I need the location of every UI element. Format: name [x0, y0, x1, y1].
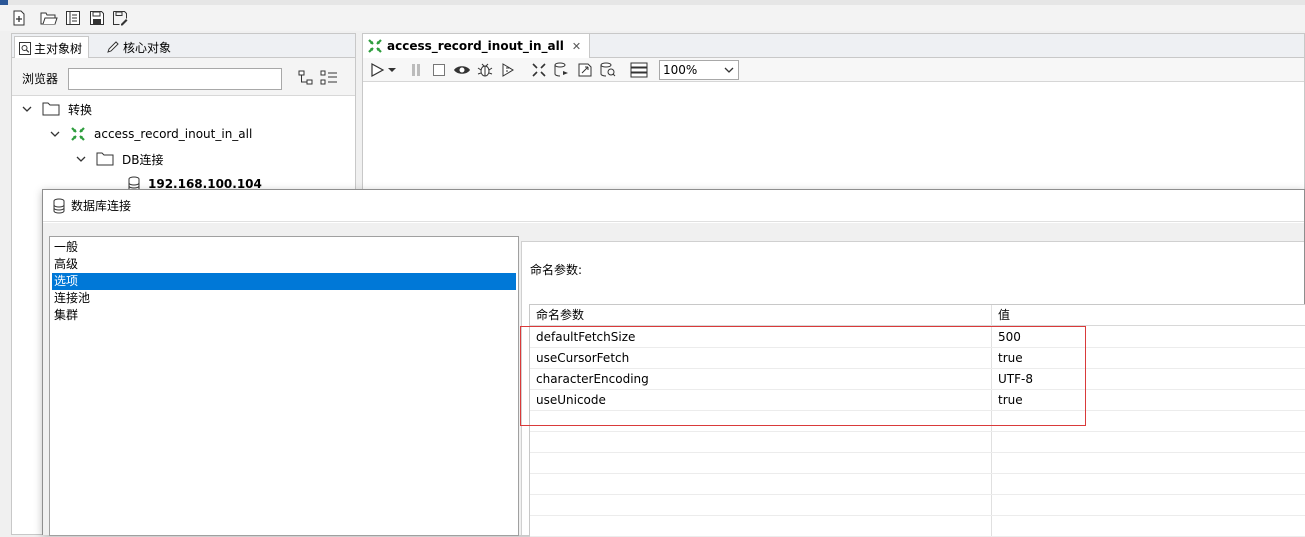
- folder-icon: [42, 102, 60, 116]
- table-row[interactable]: useCursorFetch true: [530, 348, 1305, 369]
- browser-label: 浏览器: [22, 72, 59, 86]
- empty-table-row[interactable]: [530, 474, 1305, 495]
- dialog-titlebar[interactable]: 数据库连接: [43, 190, 1304, 222]
- explore-repository-icon[interactable]: [63, 8, 83, 28]
- pencil-icon: [106, 40, 120, 54]
- chevron-down-icon[interactable]: [74, 155, 88, 163]
- tree-item-label: access_record_inout_in_all: [94, 127, 253, 141]
- empty-table-row[interactable]: [530, 516, 1305, 537]
- layout-icon[interactable]: [629, 60, 649, 80]
- tab-core-objects[interactable]: 核心对象: [102, 36, 177, 58]
- tree-item-db-connections[interactable]: DB连接: [74, 148, 163, 170]
- dialog-body: 一般 高级 选项 连接池 集群 命名参数: 命名参数 值 defaultFetc…: [43, 223, 1305, 537]
- params-table: 命名参数 值 defaultFetchSize 500 useCursorFet…: [529, 304, 1305, 537]
- empty-table-row[interactable]: [530, 411, 1305, 432]
- empty-table-row[interactable]: [530, 495, 1305, 516]
- category-general[interactable]: 一般: [52, 239, 516, 256]
- replay-icon[interactable]: [498, 60, 518, 80]
- dialog-title: 数据库连接: [71, 199, 132, 213]
- param-value-cell[interactable]: UTF-8: [992, 369, 1305, 390]
- editor-tab-bar: access_record_inout_in_all ✕: [363, 34, 1304, 58]
- category-advanced[interactable]: 高级: [52, 256, 516, 273]
- chevron-down-icon[interactable]: [723, 63, 735, 77]
- options-panel: 命名参数: 命名参数 值 defaultFetchSize 500 useCur…: [521, 241, 1305, 537]
- empty-table-row[interactable]: [530, 432, 1305, 453]
- save-icon[interactable]: [87, 8, 107, 28]
- browser-search-input[interactable]: [68, 68, 282, 90]
- run-icon[interactable]: [367, 60, 387, 80]
- editor-toolbar: 100%: [363, 58, 1304, 82]
- database-explore-icon[interactable]: [598, 60, 618, 80]
- tree-item-label: DB连接: [122, 152, 164, 167]
- pause-icon[interactable]: [406, 60, 426, 80]
- sql-generate-icon[interactable]: [575, 60, 595, 80]
- new-file-icon[interactable]: [9, 8, 29, 28]
- tab-main-object-tree[interactable]: 主对象树: [14, 36, 90, 59]
- browser-search-row: 浏览器: [12, 58, 355, 96]
- param-value-cell[interactable]: true: [992, 390, 1305, 411]
- tab-label: 主对象树: [34, 41, 83, 56]
- verify-icon[interactable]: [529, 60, 549, 80]
- database-icon: [53, 198, 65, 214]
- table-row[interactable]: useUnicode true: [530, 390, 1305, 411]
- named-params-label: 命名参数:: [530, 263, 583, 277]
- table-row[interactable]: characterEncoding UTF-8: [530, 369, 1305, 390]
- tree-item-transformations[interactable]: 转换: [20, 98, 92, 120]
- database-connection-dialog: 数据库连接 一般 高级 选项 连接池 集群 命名参数: 命名参数 值 defau…: [42, 189, 1305, 537]
- table-row[interactable]: defaultFetchSize 500: [530, 327, 1305, 348]
- category-options[interactable]: 选项: [52, 273, 516, 290]
- chevron-down-icon[interactable]: [48, 130, 62, 138]
- save-as-icon[interactable]: [110, 8, 130, 28]
- editor-tab-label: access_record_inout_in_all: [387, 39, 564, 53]
- collapse-all-icon[interactable]: [320, 70, 338, 86]
- param-name-cell[interactable]: useCursorFetch: [530, 348, 991, 369]
- tree-item-transformation[interactable]: access_record_inout_in_all: [48, 123, 252, 145]
- tree-item-label: 转换: [68, 102, 93, 117]
- expand-all-icon[interactable]: [298, 70, 314, 86]
- left-panel-tabs: 主对象树 核心对象: [12, 34, 355, 59]
- stop-icon[interactable]: [429, 60, 449, 80]
- run-options-chevron-icon[interactable]: [387, 60, 397, 80]
- category-connection-pool[interactable]: 连接池: [52, 290, 516, 307]
- debug-bug-icon[interactable]: [475, 60, 495, 80]
- zoom-value: 100%: [663, 63, 698, 77]
- transformation-icon: [70, 126, 86, 142]
- zoom-select[interactable]: 100%: [659, 60, 739, 80]
- param-value-cell[interactable]: true: [992, 348, 1305, 369]
- category-cluster[interactable]: 集群: [52, 307, 516, 324]
- param-name-cell[interactable]: useUnicode: [530, 390, 991, 411]
- column-header-name[interactable]: 命名参数: [530, 305, 991, 326]
- chevron-down-icon[interactable]: [20, 105, 34, 113]
- param-value-cell[interactable]: 500: [992, 327, 1305, 348]
- close-icon[interactable]: ✕: [572, 40, 581, 53]
- open-folder-icon[interactable]: [39, 8, 59, 28]
- folder-icon: [96, 152, 114, 166]
- param-name-cell[interactable]: characterEncoding: [530, 369, 991, 390]
- tab-label: 核心对象: [123, 40, 172, 55]
- transformation-icon: [367, 38, 383, 54]
- tree-icon: [19, 41, 31, 55]
- main-toolbar: [0, 5, 1305, 31]
- column-header-value[interactable]: 值: [992, 305, 1305, 326]
- empty-table-row[interactable]: [530, 453, 1305, 474]
- editor-tab-transformation[interactable]: access_record_inout_in_all ✕: [363, 34, 591, 58]
- category-list: 一般 高级 选项 连接池 集群: [49, 236, 519, 536]
- param-name-cell[interactable]: defaultFetchSize: [530, 327, 991, 348]
- preview-eye-icon[interactable]: [452, 60, 472, 80]
- impact-analysis-icon[interactable]: [552, 60, 572, 80]
